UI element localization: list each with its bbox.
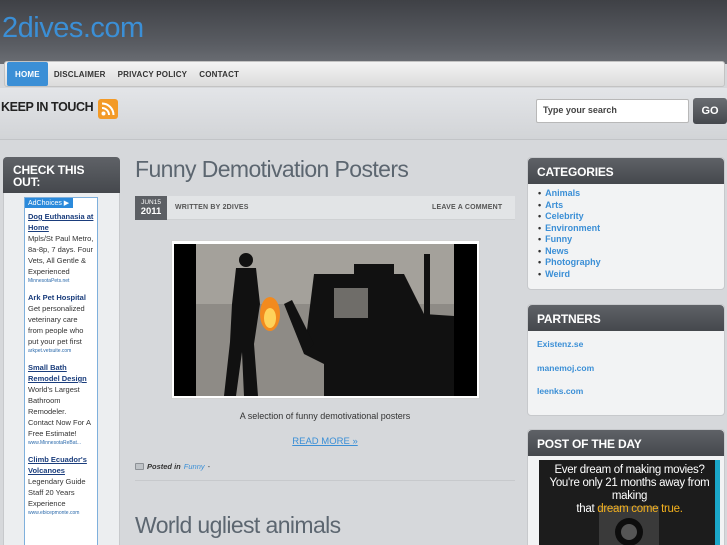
search-go-button[interactable]: GO [693,98,727,124]
partner-link[interactable]: Existenz.se [528,333,724,357]
ad-url[interactable]: www.ebicepmonte.com [28,509,94,517]
category-link[interactable]: Arts [538,200,724,212]
category-link[interactable]: Celebrity [538,211,724,223]
main-nav: HOME DISCLAIMER PRIVACY POLICY CONTACT [4,61,725,87]
ad-block: AdChoices ▶ Dog Euthanasia at Home Mpls/… [24,197,98,545]
read-more-link[interactable]: READ MORE » [135,436,515,447]
ad-body: Legendary Guide Staff 20 Years Experienc… [28,477,86,508]
category-link[interactable]: Environment [538,223,724,235]
ad-body: World's Largest Bathroom Remodeler. Cont… [28,385,91,438]
ad-item[interactable]: Small Bath Remodel Design World's Larges… [25,359,97,451]
ad-body: Get personalized veterinary care from pe… [28,304,85,346]
ad-title[interactable]: Small Bath Remodel Design [28,362,94,384]
ad-title[interactable]: Dog Euthanasia at Home [28,211,94,233]
ad-item[interactable]: Dog Euthanasia at Home Mpls/St Paul Metr… [25,208,97,289]
left-sidebar-title: CHECK THIS OUT: [3,157,120,193]
post-category-link[interactable]: Funny [184,462,205,471]
ad-url[interactable]: www.MinnesotaReBat... [28,439,94,447]
rss-icon[interactable] [98,99,118,119]
post-divider [135,480,515,481]
date-badge: JUN15 2011 [135,196,167,220]
post-of-the-day-title: POST OF THE DAY [528,430,724,456]
partners-title: PARTNERS [528,305,724,331]
post-of-the-day-image[interactable]: Ever dream of making movies? You're only… [539,460,720,545]
partner-link[interactable]: leenks.com [528,380,724,404]
post-categories: Posted in Funny - [135,462,210,471]
category-link[interactable]: Funny [538,234,724,246]
potd-line-2: You're only 21 months away from making [549,477,710,502]
ad-body: Mpls/St Paul Metro, 8a-8p, 7 days. Four … [28,234,94,276]
nav-contact[interactable]: CONTACT [193,62,245,86]
ad-url[interactable]: arkpet.vetsuite.com [28,347,94,355]
keep-in-touch-label: KEEP IN TOUCH [1,100,94,114]
potd-line-3-highlight: dream come true. [597,503,683,515]
nav-home[interactable]: HOME [7,62,48,86]
post-caption: A selection of funny demotivational post… [239,411,411,421]
partners-widget: PARTNERS Existenz.se manemoj.com leenks.… [527,304,725,416]
post-image[interactable] [174,244,477,396]
post-title[interactable]: Funny Demotivation Posters [135,156,409,183]
ad-item[interactable]: Ark Pet Hospital Get personalized veteri… [25,289,97,359]
category-link[interactable]: News [538,246,724,258]
potd-line-1: Ever dream of making movies? [554,464,705,476]
category-link[interactable]: Photography [538,257,724,269]
posted-in-label: Posted in [147,462,181,471]
nav-privacy-policy[interactable]: PRIVACY POLICY [112,62,194,86]
categories-widget: CATEGORIES Animals Arts Celebrity Enviro… [527,157,725,290]
partners-list: Existenz.se manemoj.com leenks.com [528,331,724,404]
leave-comment-link[interactable]: LEAVE A COMMENT [432,204,502,211]
ad-title[interactable]: Climb Ecuador's Volcanoes [28,454,94,476]
potd-line-3-pre: that [576,503,595,515]
search-input[interactable]: Type your search [536,99,689,123]
categories-list: Animals Arts Celebrity Environment Funny… [528,184,724,280]
post-of-the-day-text: Ever dream of making movies? You're only… [539,464,720,516]
nav-disclaimer[interactable]: DISCLAIMER [48,62,112,86]
ad-title[interactable]: Ark Pet Hospital [28,292,94,303]
partner-link[interactable]: manemoj.com [528,357,724,381]
potd-line-3: that dream come true. [539,503,720,516]
ad-item[interactable]: Climb Ecuador's Volcanoes Legendary Guid… [25,451,97,521]
categories-title: CATEGORIES [528,158,724,184]
ad-choices-badge[interactable]: AdChoices ▶ [25,198,73,208]
next-post-title[interactable]: World ugliest animals [135,512,341,539]
category-link[interactable]: Animals [538,188,724,200]
folder-icon [135,463,144,470]
ad-url[interactable]: MinnesotaPets.net [28,277,94,285]
site-title[interactable]: 2dives.com [2,12,144,45]
category-link[interactable]: Weird [538,269,724,281]
category-separator: - [207,462,211,471]
date-year: 2011 [140,206,162,217]
post-author: WRITTEN BY 2DIVES [175,204,249,211]
